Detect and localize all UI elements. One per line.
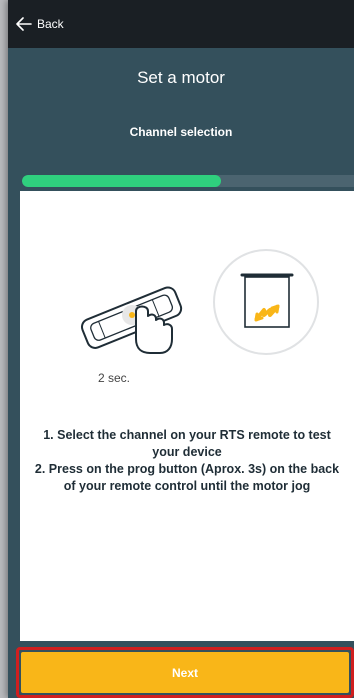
motor-jog-icon — [212, 248, 320, 356]
hold-duration-label: 2 sec. — [97, 371, 130, 385]
arrow-left-icon — [16, 17, 32, 31]
instruction-card: 2 sec. 1. Select the channel on your RTS… — [20, 191, 354, 641]
app-screen: Back Set a motor Channel selection 2 sec… — [8, 0, 354, 698]
instruction-step-1: 1. Select the channel on your RTS remote… — [43, 428, 331, 459]
back-button[interactable]: Back — [16, 12, 64, 36]
progress-bar — [22, 175, 354, 187]
rts-remote-press-icon — [76, 279, 186, 359]
progress-bar-fill — [22, 175, 222, 187]
top-bar: Back — [8, 0, 354, 48]
instruction-text: 1. Select the channel on your RTS remote… — [34, 427, 340, 495]
next-button-highlight: Next — [16, 647, 354, 698]
instruction-step-2: 2. Press on the prog button (Aprox. 3s) … — [34, 462, 340, 493]
page-subtitle: Channel selection — [129, 125, 233, 139]
back-label: Back — [37, 17, 64, 31]
next-button[interactable]: Next — [21, 652, 349, 693]
page-title: Set a motor — [137, 68, 225, 87]
